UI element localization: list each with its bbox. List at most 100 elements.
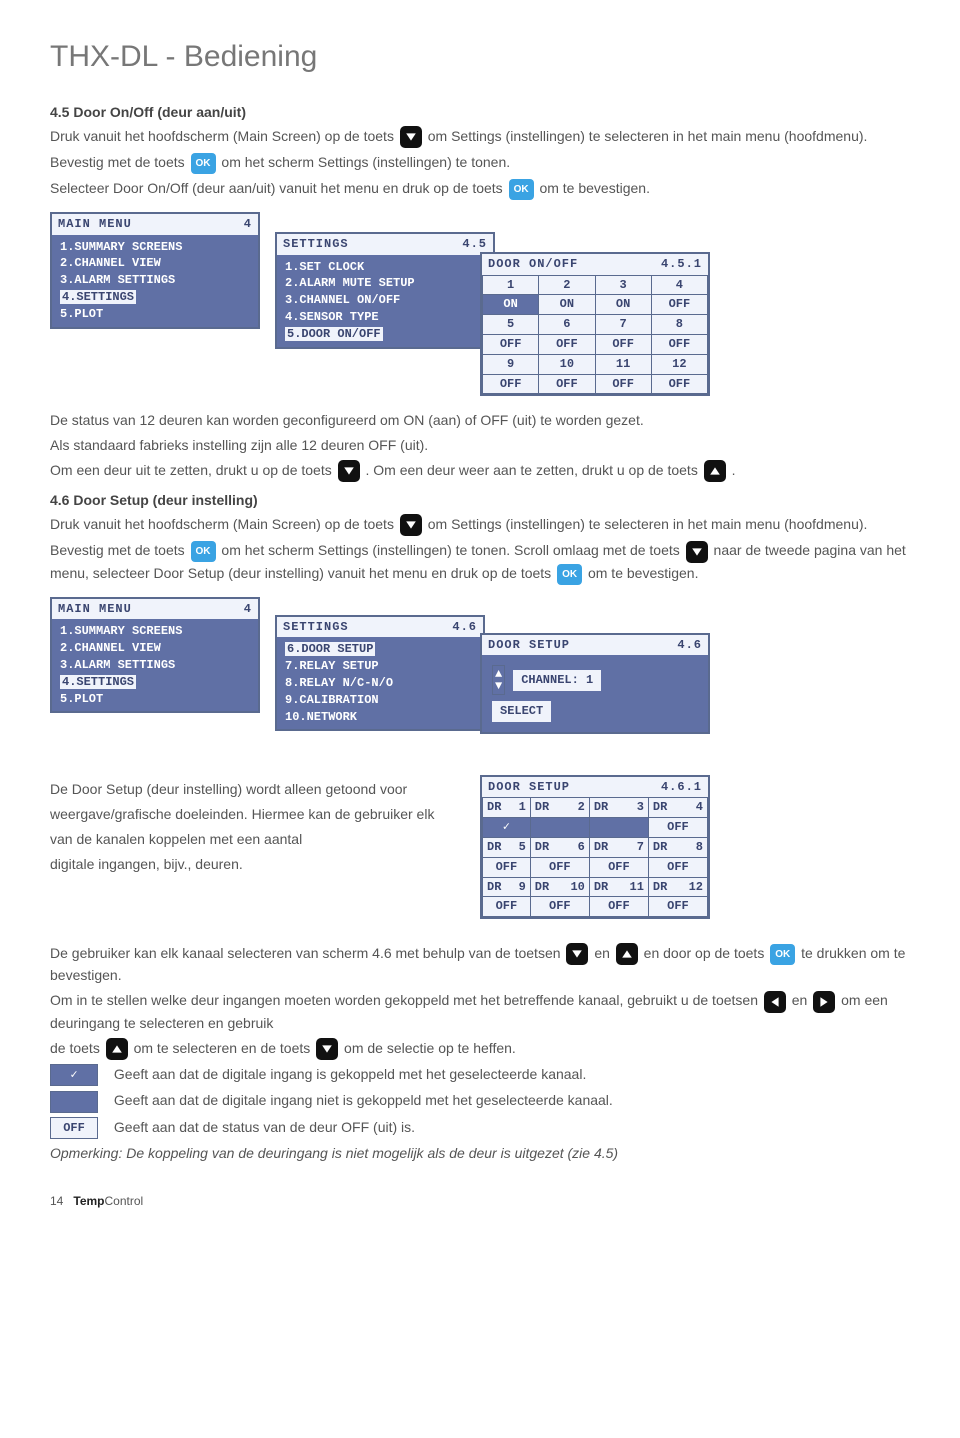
cell: OFF xyxy=(539,335,595,355)
lcd-door-onoff: DOOR ON/OFF4.5.1 1234 ONONONOFF 5678 OFF… xyxy=(480,252,710,397)
text: om te bevestigen. xyxy=(588,565,699,581)
lcd-door-setup-46: DOOR SETUP4.6 ▲▼ CHANNEL: 1 SELECT xyxy=(480,633,710,735)
cell: 9 xyxy=(483,354,539,374)
bottom-p2: Om in te stellen welke deur ingangen moe… xyxy=(50,990,910,1033)
cell: OFF xyxy=(648,818,707,838)
down-arrow-icon xyxy=(400,126,422,148)
text: om het scherm Settings (instellingen) te… xyxy=(221,154,510,170)
cell: OFF xyxy=(483,335,539,355)
channel-box: CHANNEL: 1 xyxy=(513,670,601,691)
text: de toets xyxy=(50,1040,104,1056)
cell xyxy=(530,818,589,838)
cell: OFF xyxy=(595,374,651,394)
s45-status2: Als standaard fabrieks instelling zijn a… xyxy=(50,435,910,456)
legend-2: Geeft aan dat de digitale ingang niet is… xyxy=(50,1090,910,1112)
cell: 3 xyxy=(595,275,651,295)
cell: OFF xyxy=(483,897,531,917)
cell: DR10 xyxy=(530,877,589,897)
cell: OFF xyxy=(651,295,707,315)
cell: 8 xyxy=(651,315,707,335)
cell: ON xyxy=(595,295,651,315)
cell: DR12 xyxy=(648,877,707,897)
cell: DR8 xyxy=(648,837,707,857)
cell: DR1 xyxy=(483,798,531,818)
menu-item: 10.NETWORK xyxy=(285,709,475,726)
text: en xyxy=(792,992,811,1008)
indicator-blank-icon xyxy=(50,1091,98,1113)
down-arrow-icon xyxy=(316,1038,338,1060)
lcd-num: 4.5 xyxy=(462,236,487,253)
menu-item: 9.CALIBRATION xyxy=(285,692,475,709)
lcd-main-menu: MAIN MENU4 1.SUMMARY SCREENS 2.CHANNEL V… xyxy=(50,212,260,329)
lcd-title: SETTINGS xyxy=(283,236,349,253)
screens-45: MAIN MENU4 1.SUMMARY SCREENS 2.CHANNEL V… xyxy=(50,212,910,392)
lcd-title: DOOR SETUP xyxy=(488,779,570,796)
section-45-heading: 4.5 Door On/Off (deur aan/uit) xyxy=(50,104,910,120)
down-arrow-icon xyxy=(566,943,588,965)
lcd-num: 4.6.1 xyxy=(661,779,702,796)
up-arrow-icon xyxy=(616,943,638,965)
menu-item: 1.SUMMARY SCREENS xyxy=(60,239,250,256)
cell: OFF xyxy=(530,897,589,917)
cell: OFF xyxy=(483,857,531,877)
up-arrow-icon xyxy=(106,1038,128,1060)
cell: 12 xyxy=(651,354,707,374)
lcd-title: SETTINGS xyxy=(283,619,349,636)
lcd-num: 4 xyxy=(244,601,252,618)
cell: ✓ xyxy=(483,818,531,838)
text: . Om een deur weer aan te zetten, drukt … xyxy=(366,462,702,478)
cell: OFF xyxy=(589,897,648,917)
text: Druk vanuit het hoofdscherm (Main Screen… xyxy=(50,128,398,144)
cell xyxy=(589,818,648,838)
s45-line1: Druk vanuit het hoofdscherm (Main Screen… xyxy=(50,126,910,148)
cell: OFF xyxy=(595,335,651,355)
menu-item: 8.RELAY N/C-N/O xyxy=(285,675,475,692)
lcd-num: 4.6 xyxy=(677,637,702,654)
cell: OFF xyxy=(648,857,707,877)
text: Om in te stellen welke deur ingangen moe… xyxy=(50,992,762,1008)
right-arrow-icon xyxy=(813,991,835,1013)
menu-item: 4.SENSOR TYPE xyxy=(285,309,485,326)
s45-line2: Bevestig met de toets OK om het scherm S… xyxy=(50,152,910,174)
footer: 14 TempControl xyxy=(50,1194,910,1208)
ok-button-icon: OK xyxy=(191,153,216,174)
ok-button-icon: OK xyxy=(557,564,582,585)
text: Om een deur uit te zetten, drukt u op de… xyxy=(50,462,336,478)
lcd-title: DOOR SETUP xyxy=(488,637,570,654)
down-arrow-icon xyxy=(338,460,360,482)
lcd-num: 4.6 xyxy=(452,619,477,636)
cell: OFF xyxy=(539,374,595,394)
text: De Door Setup (deur instelling) wordt al… xyxy=(50,779,450,800)
text: Geeft aan dat de digitale ingang niet is… xyxy=(114,1092,613,1108)
menu-item: 3.ALARM SETTINGS xyxy=(60,272,250,289)
legend-3: OFF Geeft aan dat de status van de deur … xyxy=(50,1117,910,1139)
cell: 1 xyxy=(483,275,539,295)
text: van de kanalen koppelen met een aantal xyxy=(50,829,450,850)
text: Selecteer Door On/Off (deur aan/uit) van… xyxy=(50,180,507,196)
brand: Control xyxy=(105,1194,144,1208)
cell: 5 xyxy=(483,315,539,335)
bottom-p1: De gebruiker kan elk kanaal selecteren v… xyxy=(50,943,910,986)
menu-item: 1.SUMMARY SCREENS xyxy=(60,623,250,640)
menu-item: 5.PLOT xyxy=(60,306,250,323)
cell: 7 xyxy=(595,315,651,335)
text: . xyxy=(732,462,736,478)
lcd-num: 4.5.1 xyxy=(661,256,702,273)
lcd-title: MAIN MENU xyxy=(58,216,132,233)
lcd-title: DOOR ON/OFF xyxy=(488,256,578,273)
page-number: 14 xyxy=(50,1194,63,1208)
text: Bevestig met de toets xyxy=(50,542,189,558)
cell: 6 xyxy=(539,315,595,335)
select-label: SELECT xyxy=(492,701,551,722)
menu-item: 3.CHANNEL ON/OFF xyxy=(285,292,485,309)
s46-line1: Druk vanuit het hoofdscherm (Main Screen… xyxy=(50,514,910,536)
text: De gebruiker kan elk kanaal selecteren v… xyxy=(50,945,564,961)
cell: OFF xyxy=(648,897,707,917)
menu-item: 7.RELAY SETUP xyxy=(285,658,475,675)
cell: DR7 xyxy=(589,837,648,857)
text: om Settings (instellingen) te selecteren… xyxy=(428,128,868,144)
lcd-title: MAIN MENU xyxy=(58,601,132,618)
cell: DR11 xyxy=(589,877,648,897)
bottom-p3: de toets om te selecteren en de toets om… xyxy=(50,1038,910,1060)
menu-item: 4.SETTINGS xyxy=(60,674,250,691)
